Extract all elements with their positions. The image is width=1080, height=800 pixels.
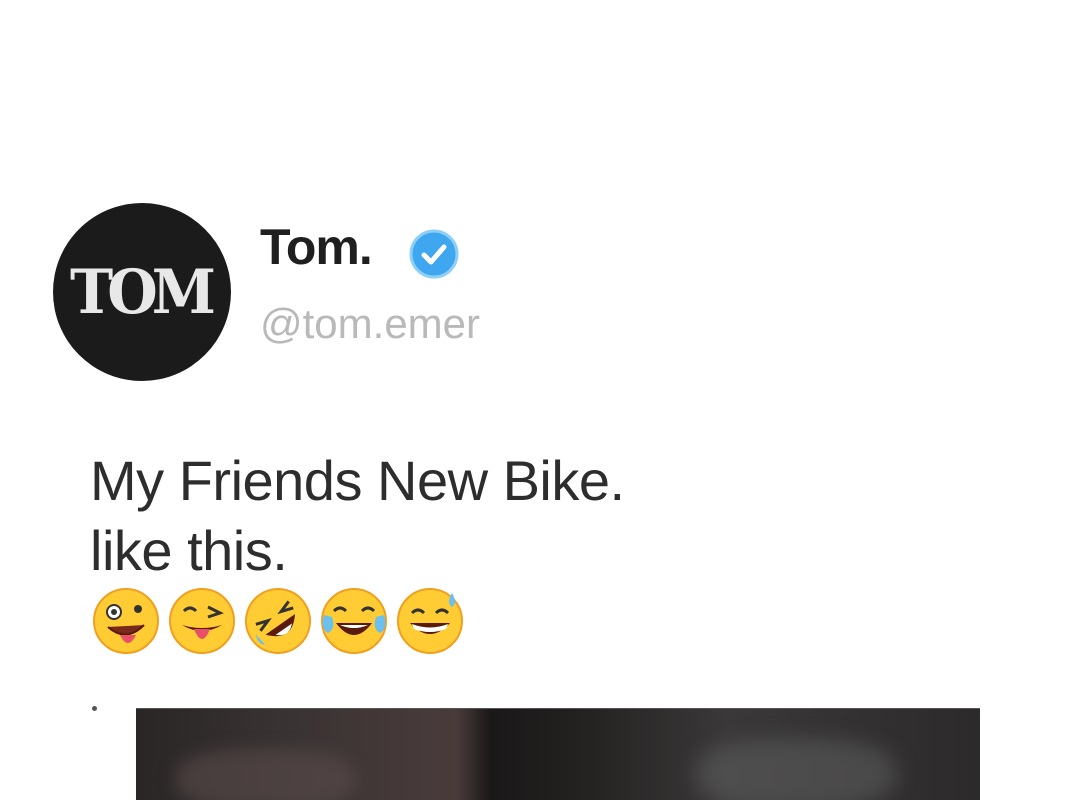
avatar-logo: TOM xyxy=(70,256,216,328)
rolling-laughing-emoji-icon xyxy=(245,588,311,654)
emoji-row xyxy=(90,585,466,657)
winking-tongue-face-emoji-icon xyxy=(169,588,235,654)
tears-of-joy-emoji-icon xyxy=(321,588,387,654)
tweet-media-video[interactable] xyxy=(136,708,980,800)
user-handle[interactable]: @tom.emer xyxy=(260,300,480,348)
separator-dot xyxy=(92,706,97,711)
display-name[interactable]: Tom. xyxy=(260,218,373,276)
zany-face-emoji-icon xyxy=(93,588,159,654)
tweet-card: TOM Tom. @tom.emer My Friends New Bike. … xyxy=(0,0,1080,800)
tweet-text: My Friends New Bike. like this. xyxy=(90,446,625,586)
tweet-text-line-2: like this. xyxy=(90,519,288,582)
grinning-sweat-emoji-icon xyxy=(397,588,463,654)
media-blur-shape xyxy=(176,749,356,800)
verified-badge-icon xyxy=(409,229,459,279)
avatar[interactable]: TOM xyxy=(53,203,231,381)
media-blur-shape xyxy=(696,739,896,800)
tweet-text-line-1: My Friends New Bike. xyxy=(90,449,625,512)
